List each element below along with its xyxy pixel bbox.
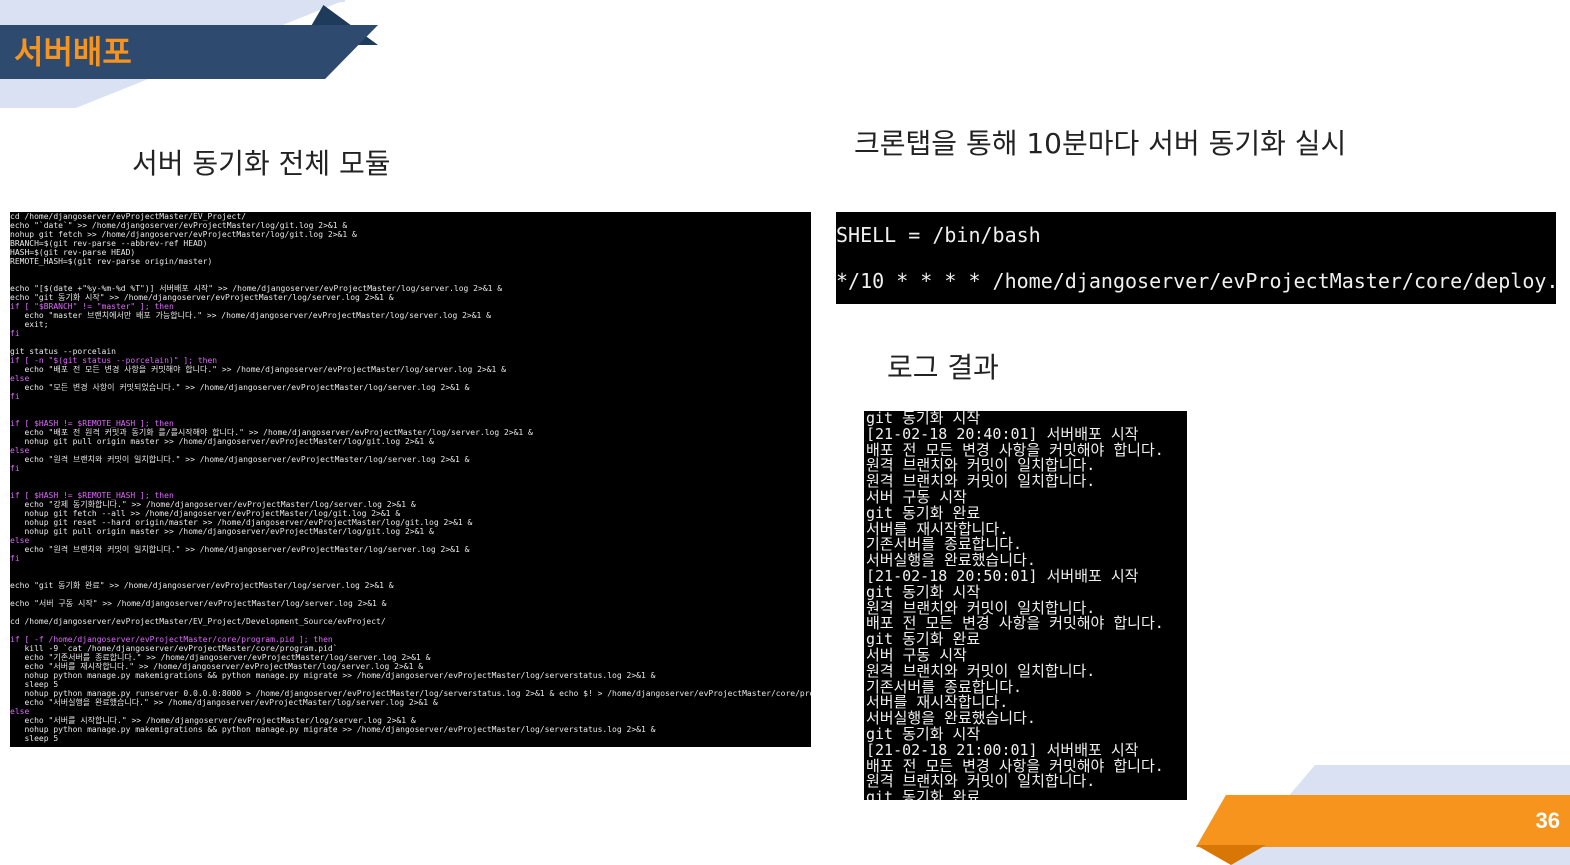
script-line: nohup git fetch >> /home/djangoserver/ev…: [10, 230, 357, 239]
script-line: fi: [10, 329, 20, 338]
script-line: echo "서버 구동 시작" >> /home/djangoserver/ev…: [10, 599, 387, 608]
script-line: echo "원격 브랜치와 커밋이 일치합니다." >> /home/djang…: [10, 455, 470, 464]
script-line: [10, 482, 811, 491]
cron-schedule-line: */10 * * * * /home/djangoserver/evProjec…: [836, 269, 1556, 293]
script-line: REMOTE_HASH=$(git rev-parse origin/maste…: [10, 257, 213, 266]
script-line: [10, 275, 811, 284]
cron-shell-line: SHELL = /bin/bash: [836, 223, 1041, 247]
script-line: nohup git pull origin master >> /home/dj…: [10, 527, 434, 536]
script-line: fi: [10, 392, 20, 401]
script-line: else: [10, 374, 30, 383]
script-line: echo "배포 전 원격 커밋과 동기화 를/를시작해야 합니다." >> /…: [10, 428, 533, 437]
log-line: git 동기화 완료: [866, 788, 981, 800]
script-line: echo "원격 브랜치와 커밋이 일치합니다." >> /home/djang…: [10, 545, 470, 554]
script-line: if [ -f /home/djangoserver/evProjectMast…: [10, 635, 333, 644]
script-line: [10, 266, 811, 275]
script-line: echo "서버실행을 완료했습니다." >> /home/djangoserv…: [10, 698, 438, 707]
script-line: nohup git reset --hard origin/master >> …: [10, 518, 473, 527]
script-line: [10, 410, 811, 419]
script-line: if [ $HASH != $REMOTE_HASH ]; then: [10, 491, 174, 500]
script-line: echo "서버를 재시작합니다." >> /home/djangoserver…: [10, 662, 424, 671]
script-line: kill -9 `cat /home/djangoserver/evProjec…: [10, 644, 338, 653]
page-title: 서버배포: [14, 33, 132, 71]
script-line: else: [10, 446, 30, 455]
heading-log-result: 로그 결과: [887, 351, 999, 384]
script-line: if [ "$BRANCH" != "master" ]; then: [10, 302, 174, 311]
script-line: nohup git pull origin master >> /home/dj…: [10, 437, 434, 446]
script-line: cd /home/djangoserver/evProjectMaster/EV…: [10, 617, 386, 626]
script-line: if [ $HASH != $REMOTE_HASH ]; then: [10, 419, 174, 428]
script-line: fi: [10, 554, 20, 563]
script-line: echo "모든 변경 사항이 커밋되었습니다." >> /home/djang…: [10, 383, 470, 392]
script-line: echo "[$(date +"%y-%m-%d %T")] 서버배포 시작" …: [10, 284, 503, 293]
script-line: nohup python manage.py runserver 0.0.0.0…: [10, 689, 811, 698]
crontab-terminal: SHELL = /bin/bash */10 * * * * /home/dja…: [836, 212, 1556, 304]
script-line: BRANCH=$(git rev-parse --abbrev-ref HEAD…: [10, 239, 208, 248]
script-line: [10, 626, 811, 635]
script-line: echo "master 브랜치에서만 배포 가능합니다." >> /home/…: [10, 311, 491, 320]
script-line: else: [10, 536, 30, 545]
log-result-terminal: git 동기화 시작 [21-02-18 20:40:01] 서버배포 시작 배포 …: [864, 411, 1187, 800]
script-line: [10, 338, 811, 347]
script-line: if [ -n "$(git status --porcelain)" ]; t…: [10, 356, 218, 365]
script-line: [10, 473, 811, 482]
script-line: echo "강제 동기화합니다." >> /home/djangoserver/…: [10, 500, 416, 509]
script-line: echo "기존서버를 종료합니다." >> /home/djangoserve…: [10, 653, 431, 662]
script-line: nohup python manage.py makemigrations &&…: [10, 725, 656, 734]
page-number: 36: [1535, 808, 1560, 833]
script-line: echo "배포 전 모든 변경 사항을 커밋해야 합니다." >> /home…: [10, 365, 506, 374]
script-line: echo "git 동기화 시작" >> /home/djangoserver/…: [10, 293, 394, 302]
script-line: [10, 608, 811, 617]
script-line: [10, 572, 811, 581]
script-line: fi: [10, 464, 20, 473]
script-line: nohup python manage.py makemigrations &&…: [10, 671, 656, 680]
heading-crontab: 크론탭을 통해 10분마다 서버 동기화 실시: [854, 127, 1347, 160]
script-line: nohup git fetch --all >> /home/djangoser…: [10, 509, 401, 518]
deploy-script-terminal: cd /home/djangoserver/evProjectMaster/EV…: [10, 212, 811, 747]
script-line: exit;: [10, 320, 49, 329]
script-line: sleep 5: [10, 734, 59, 743]
script-line: echo "`date`" >> /home/djangoserver/evPr…: [10, 221, 348, 230]
script-line: else: [10, 707, 30, 716]
script-line: sleep 5: [10, 680, 59, 689]
script-line: HASH=$(git rev-parse HEAD): [10, 248, 136, 257]
script-line: [10, 563, 811, 572]
heading-full-module: 서버 동기화 전체 모듈: [132, 147, 391, 180]
script-line: echo "서버를 시작합니다." >> /home/djangoserver/…: [10, 716, 416, 725]
script-line: echo "git 동기화 완료" >> /home/djangoserver/…: [10, 581, 394, 590]
script-line: cd /home/djangoserver/evProjectMaster/EV…: [10, 212, 247, 221]
script-line: [10, 401, 811, 410]
script-line: git status --porcelain: [10, 347, 116, 356]
script-line: [10, 590, 811, 599]
